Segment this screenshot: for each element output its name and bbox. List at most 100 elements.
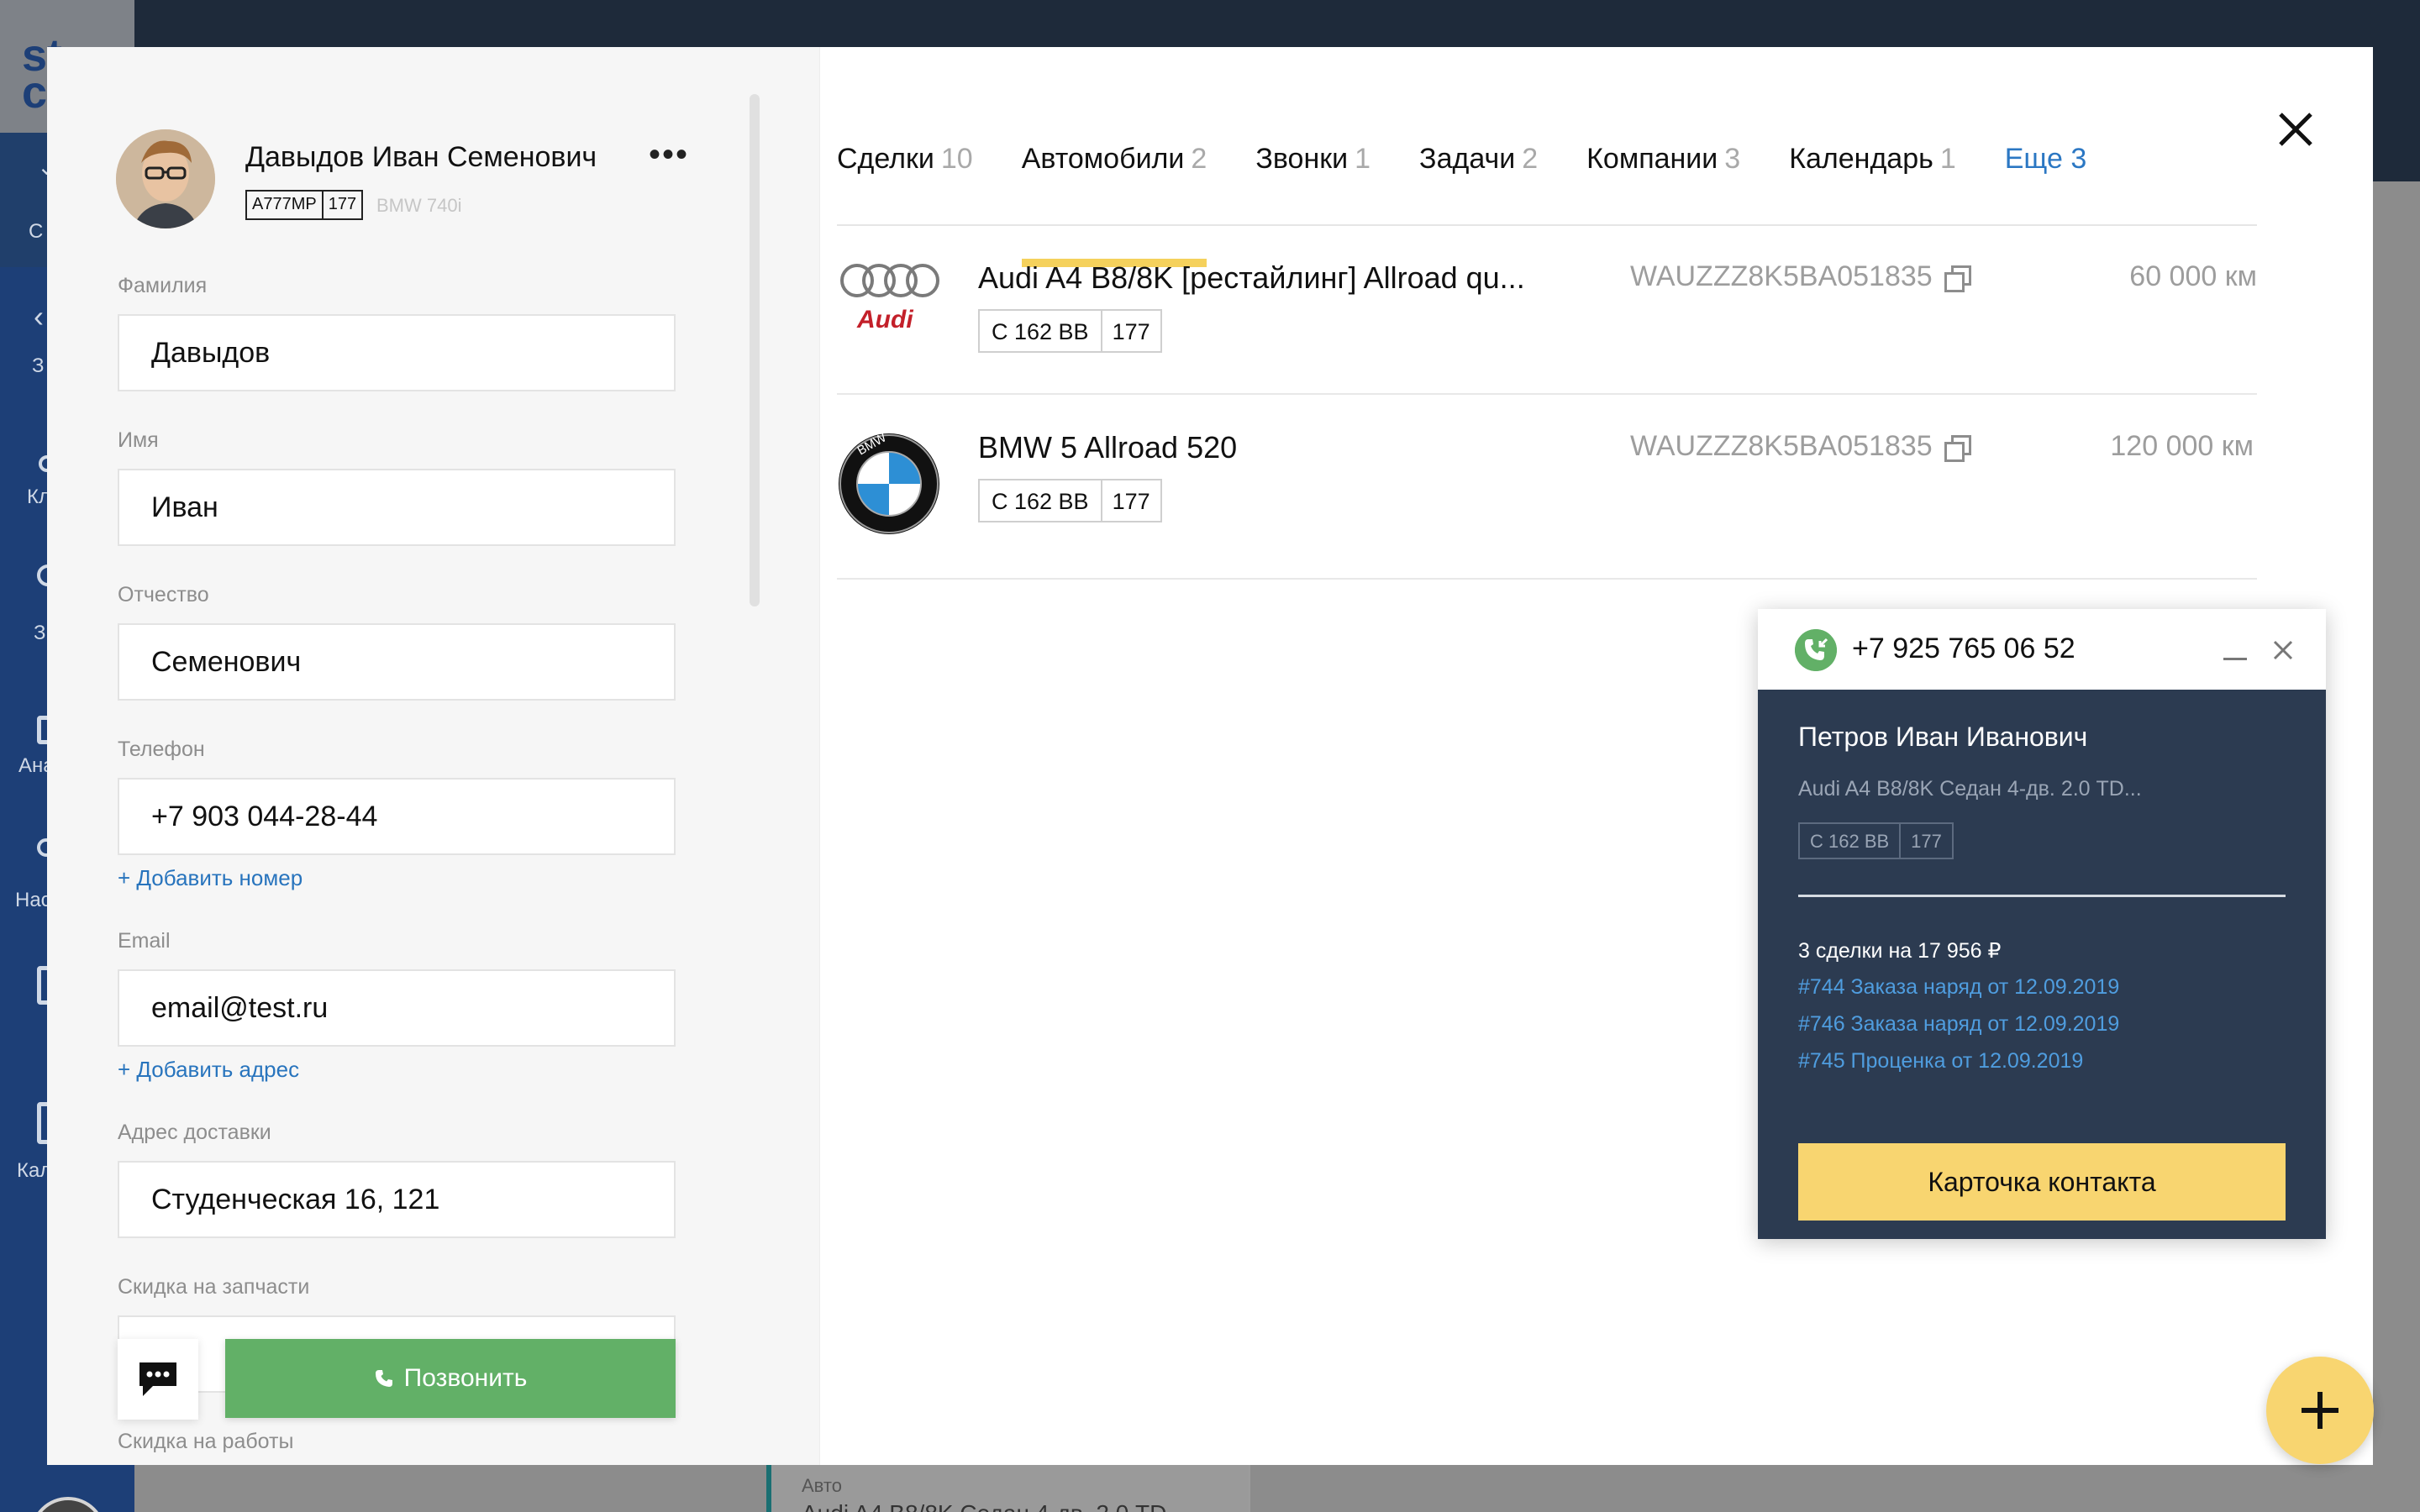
plate-number: С 162 ВВ — [1810, 831, 1890, 852]
tab-label: Сделки — [837, 143, 934, 175]
vehicle-row[interactable]: Audi Audi A4 B8/8K [рестайлинг] Allroad … — [837, 227, 2257, 395]
tab-label: Звонки — [1255, 143, 1349, 175]
plate-region: 177 — [1100, 480, 1160, 521]
popup-divider — [1798, 895, 2286, 897]
vehicle-mileage: 120 000 км — [2110, 430, 2254, 462]
close-icon[interactable] — [2272, 639, 2294, 661]
tab-companies[interactable]: Компании 3 — [1586, 139, 1740, 223]
tab-deals[interactable]: Сделки 10 — [837, 139, 973, 223]
close-icon[interactable] — [2272, 106, 2319, 153]
tab-count: 2 — [1522, 143, 1539, 175]
caller-car: Audi A4 B8/8K Седан 4-дв. 2.0 TD... — [1798, 777, 2142, 801]
popup-body: Петров Иван Иванович Audi A4 B8/8K Седан… — [1758, 690, 2326, 1239]
vin-text: WAUZZZ8K5BA051835 — [1630, 430, 1933, 462]
dots-icon[interactable]: ••• — [649, 136, 689, 174]
card-text: Audi A4 B8/8K Седан 4-дв. 2.0 TD... — [802, 1500, 1186, 1512]
last-name-input[interactable] — [118, 314, 676, 391]
first-name-input[interactable] — [118, 469, 676, 546]
vehicle-row[interactable]: BMW BMW 5 Allroad 520 С 162 ВВ 177 WAUZZ… — [837, 396, 2257, 580]
popup-phone: +7 925 765 06 52 — [1852, 633, 2075, 664]
vehicle-vin: WAUZZZ8K5BA051835 — [1630, 260, 1971, 293]
plate-region: 177 — [321, 192, 361, 218]
vehicle-mileage: 60 000 км — [2129, 260, 2257, 292]
sidebar-label: З — [34, 622, 46, 644]
contact-avatar — [116, 129, 215, 228]
audi-logo-icon: Audi — [837, 252, 946, 361]
sidebar-label: С — [29, 220, 44, 243]
background-card-column — [1249, 1462, 2420, 1512]
deals-summary: 3 сделки на 17 956 ₽ — [1798, 939, 2002, 963]
chat-bubble-icon — [139, 1362, 176, 1396]
tab-count: 3 — [1724, 143, 1741, 175]
call-button[interactable]: Позвонить — [225, 1339, 676, 1418]
last-name-label: Фамилия — [118, 274, 208, 297]
minimize-icon[interactable] — [2223, 658, 2247, 660]
back-icon: ‹ — [34, 299, 44, 333]
contact-name: Давыдов Иван Семенович — [245, 141, 597, 173]
call-button-label: Позвонить — [403, 1364, 528, 1392]
tab-label: Задачи — [1419, 143, 1516, 175]
phone-label: Телефон — [118, 738, 205, 761]
parts-discount-label: Скидка на запчасти — [118, 1275, 310, 1299]
caller-name: Петров Иван Иванович — [1798, 722, 2088, 752]
vehicle-plate: С 162 ВВ 177 — [978, 309, 1162, 353]
add-email-link[interactable]: + Добавить адрес — [118, 1057, 299, 1083]
deal-link[interactable]: #745 Проценка от 12.09.2019 — [1798, 1049, 2083, 1074]
add-fab-button[interactable] — [2266, 1357, 2374, 1464]
deal-link[interactable]: #746 Заказа наряд от 12.09.2019 — [1798, 1012, 2119, 1037]
contact-card-button[interactable]: Карточка контакта — [1798, 1143, 2286, 1221]
contact-form-panel: Давыдов Иван Семенович ••• А777МР 177 BM… — [47, 47, 770, 1465]
vin-text: WAUZZZ8K5BA051835 — [1630, 260, 1933, 292]
sidebar-label: Нас — [15, 889, 51, 911]
tab-tasks[interactable]: Задачи 2 — [1419, 139, 1538, 223]
tab-calls[interactable]: Звонки 1 — [1255, 139, 1370, 223]
copy-icon[interactable] — [1944, 434, 1971, 462]
tab-cars[interactable]: Автомобили 2 — [1021, 139, 1207, 267]
plate-region: 177 — [1100, 311, 1160, 351]
email-label: Email — [118, 929, 171, 953]
chat-button[interactable] — [118, 1339, 198, 1420]
first-name-label: Имя — [118, 428, 159, 452]
sidebar-label: З — [32, 354, 45, 377]
tab-count: 1 — [1355, 143, 1371, 175]
card-label: Авто — [802, 1475, 842, 1496]
phone-icon — [375, 1370, 392, 1387]
tab-more[interactable]: Еще 3 — [2005, 139, 2087, 223]
tab-count: 10 — [940, 143, 973, 175]
left-panel-scrollbar[interactable] — [750, 94, 760, 606]
address-label: Адрес доставки — [118, 1121, 271, 1144]
popup-header: +7 925 765 06 52 — [1758, 609, 2326, 690]
audi-logo-text: Audi — [857, 306, 913, 333]
plate-number: А777МР — [252, 195, 317, 213]
plate-number: С 162 ВВ — [992, 319, 1089, 344]
address-input[interactable] — [118, 1161, 676, 1238]
copy-icon[interactable] — [1944, 265, 1971, 292]
tab-count: 2 — [1191, 143, 1207, 175]
contact-car-model: BMW 740i — [376, 195, 462, 216]
middle-name-input[interactable] — [118, 623, 676, 701]
tabs-divider — [837, 224, 2257, 226]
plate-region: 177 — [1899, 824, 1952, 858]
caller-plate: С 162 ВВ 177 — [1798, 822, 1954, 859]
vehicle-vin: WAUZZZ8K5BA051835 — [1630, 430, 1971, 463]
middle-name-label: Отчество — [118, 583, 209, 606]
add-phone-link[interactable]: + Добавить номер — [118, 865, 302, 891]
panel-divider — [770, 47, 820, 1465]
tab-calendar[interactable]: Календарь 1 — [1789, 139, 1956, 223]
tab-count: 1 — [1939, 143, 1956, 175]
incoming-call-popup: +7 925 765 06 52 Петров Иван Иванович Au… — [1758, 609, 2326, 1239]
vehicle-plate: С 162 ВВ 177 — [978, 479, 1162, 522]
tab-label: Автомобили — [1021, 143, 1185, 175]
tab-label: Календарь — [1789, 143, 1933, 175]
work-discount-label: Скидка на работы — [118, 1430, 294, 1453]
phone-input[interactable] — [118, 778, 676, 855]
tab-label: Компании — [1586, 143, 1718, 175]
email-input[interactable] — [118, 969, 676, 1047]
vehicle-name[interactable]: Audi A4 B8/8K [рестайлинг] Allroad qu... — [978, 260, 1525, 296]
bmw-logo-icon: BMW — [837, 430, 946, 541]
contact-plate: А777МР 177 — [245, 190, 364, 220]
vehicle-name[interactable]: BMW 5 Allroad 520 — [978, 430, 1237, 465]
background-order-card: Авто Audi A4 B8/8K Седан 4-дв. 2.0 TD... — [766, 1462, 1249, 1512]
deal-link[interactable]: #744 Заказа наряд от 12.09.2019 — [1798, 975, 2119, 1000]
incoming-call-icon — [1795, 629, 1837, 671]
